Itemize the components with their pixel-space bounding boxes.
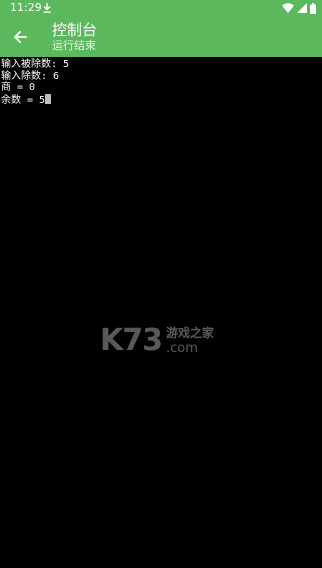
console-line: 输入被除数: 5 — [1, 59, 70, 70]
app-bar: 控制台 运行结束 — [0, 16, 322, 57]
console-line: 输入除数: 6 — [1, 70, 60, 82]
cellular-signal-icon — [297, 3, 307, 13]
watermark-name: 游戏之家 — [166, 326, 215, 340]
watermark-logo: K73 — [100, 323, 163, 358]
k73-watermark: K73 游戏之家 .com — [100, 325, 230, 365]
download-icon — [43, 3, 51, 13]
status-bar: 11:29 — [0, 0, 322, 16]
back-button[interactable] — [6, 23, 34, 51]
console-area[interactable]: 输入被除数: 5 输入除数: 6 商 = 0 余数 = 5 K73 游戏之家 .… — [0, 57, 322, 568]
wifi-icon — [282, 3, 294, 13]
text-cursor — [45, 93, 52, 104]
console-line: 商 = 0 — [1, 82, 36, 93]
console-line-text: 余数 = 5 — [1, 94, 46, 106]
battery-icon — [310, 2, 316, 14]
console-output: 输入被除数: 5 输入除数: 6 商 = 0 余数 = 5 — [1, 59, 70, 106]
page-title: 控制台 — [52, 21, 98, 39]
watermark-domain: .com — [166, 341, 198, 356]
arrow-back-icon — [13, 30, 27, 44]
status-icons — [282, 2, 316, 14]
status-time: 11:29 — [10, 1, 42, 14]
run-status-subtitle: 运行结束 — [52, 39, 96, 52]
console-line-last: 余数 = 5 — [1, 93, 69, 106]
